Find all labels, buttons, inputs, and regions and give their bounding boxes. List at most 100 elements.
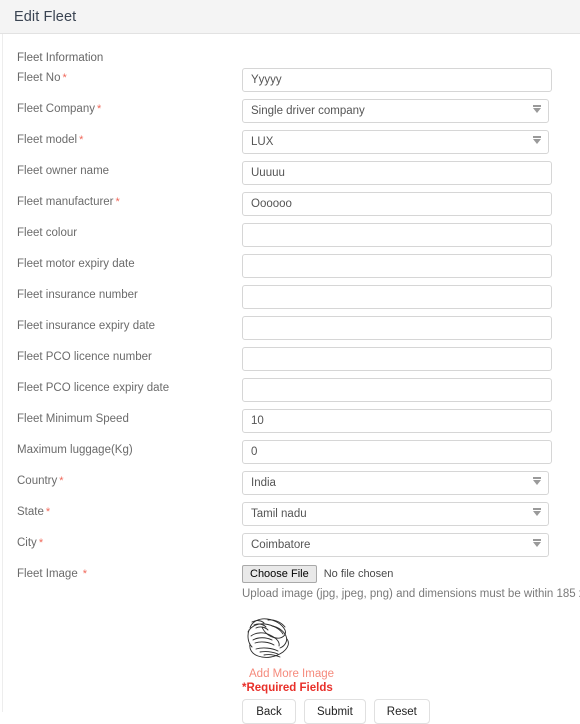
input-fleet-minimum-speed[interactable]	[242, 409, 552, 433]
fleet-form: Fleet No*Fleet Company*Single driver com…	[3, 68, 580, 724]
field-label-city: City *	[17, 537, 43, 549]
field-label-fleet-insurance-number: Fleet insurance number	[17, 289, 138, 301]
choose-file-button[interactable]: Choose File	[242, 565, 317, 583]
label-text: Fleet insurance expiry date	[17, 320, 156, 332]
field-control-fleet-minimum-speed	[242, 409, 552, 433]
form-row-country: Country * India	[3, 471, 580, 502]
select-fleet-company[interactable]: Single driver company	[242, 99, 549, 123]
label-text: City	[17, 537, 37, 549]
file-input-row: Choose File No file chosen	[242, 564, 580, 584]
input-fleet-motor-expiry-date[interactable]	[242, 254, 552, 278]
input-fleet-pco-licence-expiry-date[interactable]	[242, 378, 552, 402]
field-label-fleet-model: Fleet model *	[17, 134, 83, 146]
input-fleet-pco-licence-number[interactable]	[242, 347, 552, 371]
input-maximum-luggage-kg[interactable]	[242, 440, 552, 464]
label-text: Fleet colour	[17, 227, 78, 239]
label-text: Fleet PCO licence expiry date	[17, 382, 170, 394]
scribble-image-thumbnail[interactable]	[242, 614, 580, 664]
field-label-fleet-colour: Fleet colour	[17, 227, 77, 239]
field-label-fleet-motor-expiry-date: Fleet motor expiry date	[17, 258, 135, 270]
required-fields-note: *Required Fields	[242, 682, 333, 694]
field-label-fleet-no: Fleet No *	[17, 72, 67, 84]
field-control-fleet-no	[242, 68, 552, 92]
field-control-fleet-owner-name	[242, 161, 552, 185]
field-label-fleet-owner-name: Fleet owner name	[17, 165, 109, 177]
fleet-image-block: Choose File No file chosen Upload image (j…	[242, 564, 580, 724]
select-wrapper: Coimbatore	[242, 533, 549, 557]
panel-header: Edit Fleet	[0, 0, 580, 34]
form-row-fleet-insurance-expiry-date: Fleet insurance expiry date	[3, 316, 580, 347]
label-text: Fleet Minimum Speed	[17, 413, 129, 425]
field-control-fleet-pco-licence-expiry-date	[242, 378, 552, 402]
required-asterisk: *	[115, 196, 120, 208]
form-row-fleet-pco-licence-expiry-date: Fleet PCO licence expiry date	[3, 378, 580, 409]
field-control-city: Coimbatore	[242, 533, 549, 557]
field-label-country: Country *	[17, 475, 64, 487]
form-row-fleet-model: Fleet model * LUX	[3, 130, 580, 161]
required-asterisk: *	[82, 568, 88, 580]
form-row-state: State * Tamil nadu	[3, 502, 580, 533]
form-row-fleet-colour: Fleet colour	[3, 223, 580, 254]
field-label-maximum-luggage-kg: Maximum luggage(Kg)	[17, 444, 133, 456]
input-fleet-no[interactable]	[242, 68, 552, 92]
field-label-state: State *	[17, 506, 50, 518]
select-country[interactable]: India	[242, 471, 549, 495]
field-label-fleet-minimum-speed: Fleet Minimum Speed	[17, 413, 129, 425]
select-fleet-model[interactable]: LUX	[242, 130, 549, 154]
field-label-fleet-pco-licence-number: Fleet PCO licence number	[17, 351, 152, 363]
form-row-city: City * Coimbatore	[3, 533, 580, 564]
label-text: State	[17, 506, 44, 518]
label-text: Fleet Image	[17, 568, 78, 580]
field-label-fleet-insurance-expiry-date: Fleet insurance expiry date	[17, 320, 155, 332]
input-fleet-owner-name[interactable]	[242, 161, 552, 185]
field-label-fleet-manufacturer: Fleet manufacturer *	[17, 196, 120, 208]
field-control-fleet-model: LUX	[242, 130, 549, 154]
input-fleet-insurance-expiry-date[interactable]	[242, 316, 552, 340]
required-asterisk: *	[59, 475, 64, 487]
field-control-fleet-insurance-number	[242, 285, 552, 309]
form-row-fleet-manufacturer: Fleet manufacturer *	[3, 192, 580, 223]
select-wrapper: LUX	[242, 130, 549, 154]
required-asterisk: *	[45, 506, 51, 518]
required-asterisk: *	[79, 134, 84, 146]
panel-body: Fleet Information Fleet No*Fleet Company…	[2, 34, 580, 724]
field-control-fleet-insurance-expiry-date	[242, 316, 552, 340]
required-asterisk: *	[62, 72, 67, 84]
field-label-fleet-company: Fleet Company *	[17, 103, 101, 115]
image-thumbnail-block: Add More Image	[242, 614, 580, 682]
field-label-fleet-image: Fleet Image *	[17, 568, 87, 580]
input-fleet-colour[interactable]	[242, 223, 552, 247]
required-asterisk: *	[38, 537, 44, 549]
field-label-fleet-pco-licence-expiry-date: Fleet PCO licence expiry date	[17, 382, 169, 394]
add-more-image-link[interactable]: Add More Image	[249, 668, 334, 680]
label-text: Fleet PCO licence number	[17, 351, 152, 363]
field-control-maximum-luggage-kg	[242, 440, 552, 464]
label-text: Fleet No	[17, 72, 61, 84]
field-control-fleet-colour	[242, 223, 552, 247]
select-wrapper: India	[242, 471, 549, 495]
form-row-fleet-motor-expiry-date: Fleet motor expiry date	[3, 254, 580, 285]
select-wrapper: Tamil nadu	[242, 502, 549, 526]
page-title: Edit Fleet	[14, 8, 77, 25]
field-control-fleet-company: Single driver company	[242, 99, 549, 123]
label-text: Fleet owner name	[17, 165, 110, 177]
label-text: Fleet model	[17, 134, 78, 146]
label-text: Country	[17, 475, 58, 487]
form-row-fleet-no: Fleet No *	[3, 68, 580, 99]
field-control-fleet-manufacturer	[242, 192, 552, 216]
input-fleet-manufacturer[interactable]	[242, 192, 552, 216]
file-status-text: No file chosen	[323, 568, 394, 580]
select-wrapper: Single driver company	[242, 99, 549, 123]
select-city[interactable]: Coimbatore	[242, 533, 549, 557]
label-text: Fleet motor expiry date	[17, 258, 135, 270]
input-fleet-insurance-number[interactable]	[242, 285, 552, 309]
form-legend: Fleet Information	[17, 52, 104, 64]
form-row-fleet-owner-name: Fleet owner name	[3, 161, 580, 192]
field-control-country: India	[242, 471, 549, 495]
label-text: Fleet Company	[17, 103, 95, 115]
form-row-fleet-minimum-speed: Fleet Minimum Speed	[3, 409, 580, 440]
select-state[interactable]: Tamil nadu	[242, 502, 549, 526]
label-text: Fleet insurance number	[17, 289, 138, 301]
field-control-state: Tamil nadu	[242, 502, 549, 526]
field-control-fleet-motor-expiry-date	[242, 254, 552, 278]
